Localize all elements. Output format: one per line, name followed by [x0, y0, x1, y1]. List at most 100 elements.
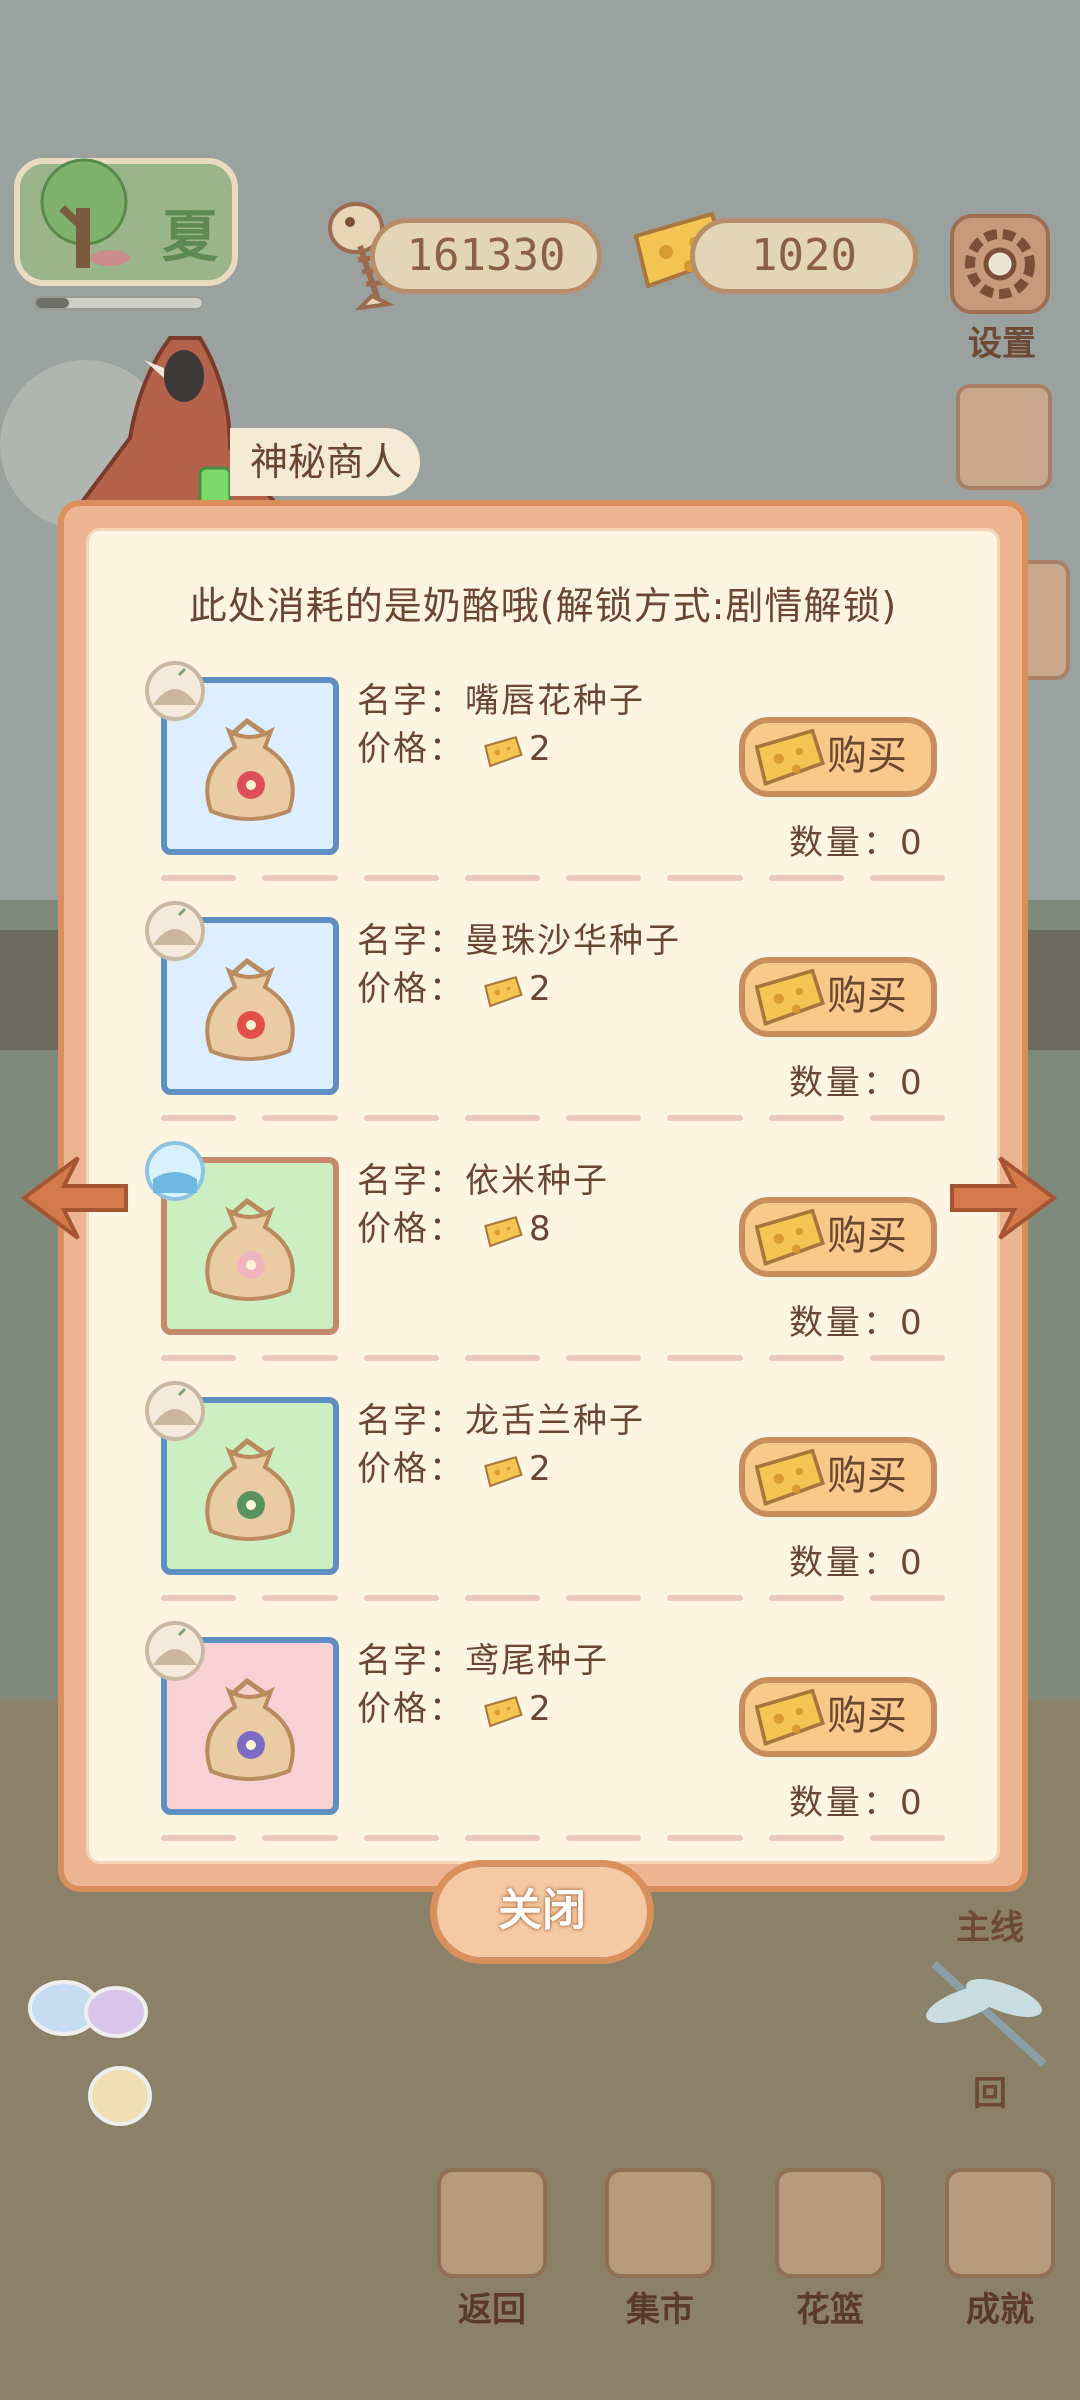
- seed-price-value: 2: [529, 1449, 553, 1489]
- nav-market-button[interactable]: 集市: [600, 2168, 720, 2331]
- name-prefix: 名字：: [357, 1401, 465, 1441]
- shop-item-row: 名字：嘴唇花种子 价格： 2 购买 数量：0: [89, 661, 997, 909]
- cheese-icon: [754, 1688, 826, 1747]
- seed-price: 价格： 2: [357, 1441, 553, 1490]
- qty-value: 0: [900, 1063, 925, 1103]
- cheese-icon: [754, 728, 826, 787]
- qty-value: 0: [900, 1543, 925, 1583]
- row-divider: [161, 1115, 945, 1121]
- nav-market-label: 集市: [626, 2290, 694, 2330]
- quantity-display: 数量：0: [789, 1055, 925, 1104]
- seed-bag-icon: [205, 957, 295, 1061]
- water-icon: [153, 1172, 197, 1193]
- seed-name: 名字：曼珠沙华种子: [357, 913, 681, 962]
- seed-name-value: 龙舌兰种子: [465, 1401, 645, 1441]
- seed-price: 价格： 2: [357, 961, 553, 1010]
- buy-label: 购买: [827, 733, 907, 779]
- price-prefix: 价格：: [357, 1449, 465, 1489]
- seed-name-value: 鸢尾种子: [465, 1641, 609, 1681]
- buy-button[interactable]: 购买: [739, 1677, 937, 1757]
- nav-achievement-button[interactable]: 成就: [940, 2168, 1060, 2331]
- arrow-left-icon[interactable]: [18, 1148, 132, 1248]
- row-divider: [161, 1595, 945, 1601]
- seed-price-value: 2: [529, 1689, 553, 1729]
- season-progress-bar: [34, 296, 204, 310]
- buy-button[interactable]: 购买: [739, 717, 937, 797]
- seed-bag-icon: [205, 1197, 295, 1301]
- cheese-icon: [483, 974, 523, 1008]
- row-divider: [161, 875, 945, 881]
- quantity-display: 数量：0: [789, 1775, 925, 1824]
- shop-item-row: 名字：鸢尾种子 价格： 2 购买 数量：0: [89, 1621, 997, 1869]
- price-prefix: 价格：: [357, 729, 465, 769]
- shop-item-row: 名字：曼珠沙华种子 价格： 2 购买 数量：0: [89, 901, 997, 1149]
- cheese-currency-display: 1020: [690, 218, 918, 294]
- buy-button[interactable]: 购买: [739, 1437, 937, 1517]
- price-prefix: 价格：: [357, 969, 465, 1009]
- shop-panel-inner: 此处消耗的是奶酪哦(解锁方式:剧情解锁) 名字：嘴唇花种子 价格： 2 购买 数量…: [86, 528, 1000, 1864]
- cheese-icon: [483, 734, 523, 768]
- seed-name-value: 依米种子: [465, 1161, 609, 1201]
- sand-pile-icon: [153, 667, 197, 705]
- name-prefix: 名字：: [357, 1641, 465, 1681]
- letter-icon[interactable]: [956, 384, 1052, 490]
- sand-pile-icon: [153, 1627, 197, 1665]
- seed-name: 名字：龙舌兰种子: [357, 1393, 645, 1442]
- arrow-right-icon[interactable]: [946, 1148, 1060, 1248]
- window-icon: [437, 2168, 547, 2278]
- main-line-label[interactable]: 主线: [930, 1900, 1050, 1949]
- back-home-label[interactable]: 回: [930, 2066, 1050, 2115]
- nav-basket-button[interactable]: 花篮: [770, 2168, 890, 2331]
- qty-prefix: 数量：: [789, 823, 900, 863]
- cheese-icon: [483, 1454, 523, 1488]
- cheese-icon: [754, 968, 826, 1027]
- qty-prefix: 数量：: [789, 1783, 900, 1823]
- seed-type-badge: [145, 901, 205, 961]
- seed-price-value: 8: [529, 1209, 553, 1249]
- seed-type-badge: [145, 1621, 205, 1681]
- sand-pile-icon: [153, 907, 197, 945]
- nav-back-button[interactable]: 返回: [432, 2168, 552, 2331]
- seed-price: 价格： 2: [357, 721, 553, 770]
- qty-prefix: 数量：: [789, 1063, 900, 1103]
- seed-bag-icon: [205, 1677, 295, 1781]
- price-prefix: 价格：: [357, 1209, 465, 1249]
- season-indicator[interactable]: 夏: [14, 158, 238, 286]
- seed-type-badge: [145, 1141, 205, 1201]
- market-stall-icon: [605, 2168, 715, 2278]
- cheese-icon: [483, 1694, 523, 1728]
- seed-price: 价格： 8: [357, 1201, 553, 1250]
- qty-value: 0: [900, 823, 925, 863]
- seed-type-badge: [145, 1381, 205, 1441]
- seed-price-value: 2: [529, 729, 553, 769]
- name-prefix: 名字：: [357, 921, 465, 961]
- cheese-icon: [754, 1208, 826, 1267]
- seed-price: 价格： 2: [357, 1681, 553, 1730]
- buy-label: 购买: [827, 1693, 907, 1739]
- dragonfly-icon: [926, 1961, 1047, 2067]
- buy-button[interactable]: 购买: [739, 1197, 937, 1277]
- cheese-icon: [754, 1448, 826, 1507]
- season-progress-fill: [36, 298, 70, 308]
- price-prefix: 价格：: [357, 1689, 465, 1729]
- gear-icon[interactable]: [948, 212, 1052, 316]
- buy-button[interactable]: 购买: [739, 957, 937, 1037]
- trophy-icon: [945, 2168, 1055, 2278]
- seed-price-value: 2: [529, 969, 553, 1009]
- settings-label[interactable]: 设置: [950, 316, 1054, 365]
- nav-back-label: 返回: [458, 2290, 526, 2330]
- flower-basket-icon: [775, 2168, 885, 2278]
- close-button[interactable]: 关闭: [430, 1860, 654, 1964]
- name-prefix: 名字：: [357, 1161, 465, 1201]
- qty-value: 0: [900, 1303, 925, 1343]
- fish-currency-display: 161330: [370, 218, 602, 294]
- season-label: 夏: [162, 205, 218, 270]
- name-prefix: 名字：: [357, 681, 465, 721]
- seed-name: 名字：鸢尾种子: [357, 1633, 609, 1682]
- seed-bag-icon: [205, 1437, 295, 1541]
- seed-bag-icon: [205, 717, 295, 821]
- tree-icon: [40, 158, 130, 268]
- butterfly-icon: [28, 1980, 152, 2126]
- seed-type-badge: [145, 661, 205, 721]
- row-divider: [161, 1835, 945, 1841]
